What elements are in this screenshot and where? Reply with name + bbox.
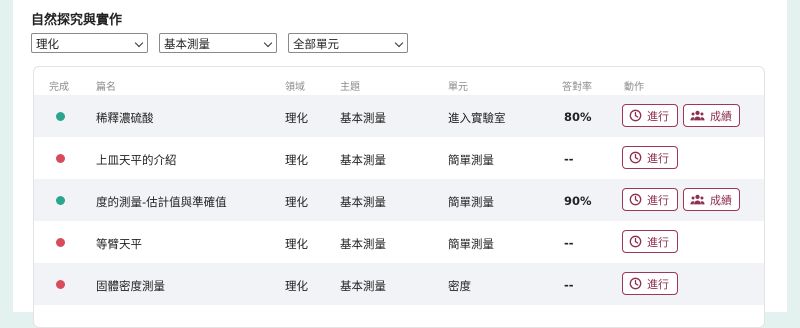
col-action: 動作 bbox=[624, 82, 644, 93]
field-select-value: 理化 bbox=[36, 37, 59, 51]
users-icon bbox=[690, 193, 705, 206]
clock-icon bbox=[629, 193, 642, 206]
row-field: 理化 bbox=[285, 111, 308, 125]
start-button[interactable]: 進行 bbox=[622, 230, 678, 253]
start-button-label: 進行 bbox=[647, 277, 669, 291]
row-field: 理化 bbox=[285, 279, 308, 293]
row-topic: 基本測量 bbox=[340, 279, 386, 293]
col-unit: 單元 bbox=[448, 82, 468, 93]
start-button[interactable]: 進行 bbox=[622, 146, 678, 169]
row-unit: 簡單測量 bbox=[448, 195, 494, 209]
status-incomplete-dot bbox=[56, 238, 65, 247]
row-topic: 基本測量 bbox=[340, 237, 386, 251]
col-rate: 答對率 bbox=[562, 82, 592, 93]
row-topic: 基本測量 bbox=[340, 195, 386, 209]
table-row: 稀釋濃硫酸 理化 基本測量 進入實驗室 80% 進行 成績 bbox=[34, 95, 764, 137]
unit-select-value: 全部單元 bbox=[293, 37, 339, 51]
status-complete-dot bbox=[56, 196, 65, 205]
clock-icon bbox=[629, 151, 642, 164]
topic-select-value: 基本測量 bbox=[164, 37, 210, 51]
clock-icon bbox=[629, 109, 642, 122]
row-field: 理化 bbox=[285, 237, 308, 251]
row-name: 稀釋濃硫酸 bbox=[96, 111, 154, 125]
page-title: 自然探究與實作 bbox=[31, 13, 123, 28]
activity-table: 完成 篇名 領域 主題 單元 答對率 動作 稀釋濃硫酸 理化 基本測量 進入實驗室 80… bbox=[33, 66, 765, 328]
row-unit: 密度 bbox=[448, 279, 471, 293]
row-rate: -- bbox=[564, 152, 574, 166]
row-name: 度的測量-估計值與準確值 bbox=[96, 195, 227, 209]
status-incomplete-dot bbox=[56, 280, 65, 289]
row-name: 等臂天平 bbox=[96, 237, 142, 251]
row-rate: 80% bbox=[564, 110, 592, 124]
row-unit: 簡單測量 bbox=[448, 153, 494, 167]
chevron-down-icon bbox=[134, 38, 144, 48]
chevron-down-icon bbox=[394, 38, 404, 48]
start-button-label: 進行 bbox=[647, 151, 669, 165]
row-topic: 基本測量 bbox=[340, 111, 386, 125]
row-topic: 基本測量 bbox=[340, 153, 386, 167]
users-icon bbox=[690, 109, 705, 122]
table-row: 度的測量-估計值與準確值 理化 基本測量 簡單測量 90% 進行 成績 bbox=[34, 179, 764, 221]
row-field: 理化 bbox=[285, 153, 308, 167]
row-rate: -- bbox=[564, 278, 574, 292]
start-button[interactable]: 進行 bbox=[622, 188, 678, 211]
topic-select[interactable]: 基本測量 bbox=[159, 33, 277, 53]
main-panel: 自然探究與實作 理化 基本測量 全部單元 完成 篇名 領域 主題 單元 答對率 … bbox=[13, 0, 787, 328]
table-row: 等臂天平 理化 基本測量 簡單測量 -- 進行 bbox=[34, 221, 764, 263]
table-row: 上皿天平的介紹 理化 基本測量 簡單測量 -- 進行 bbox=[34, 137, 764, 179]
col-name: 篇名 bbox=[96, 82, 116, 93]
row-unit: 簡單測量 bbox=[448, 237, 494, 251]
unit-select[interactable]: 全部單元 bbox=[288, 33, 408, 53]
start-button-label: 進行 bbox=[647, 193, 669, 207]
start-button-label: 進行 bbox=[647, 109, 669, 123]
status-complete-dot bbox=[56, 112, 65, 121]
status-incomplete-dot bbox=[56, 154, 65, 163]
start-button[interactable]: 進行 bbox=[622, 272, 678, 295]
row-rate: -- bbox=[564, 236, 574, 250]
field-select[interactable]: 理化 bbox=[31, 33, 148, 53]
score-button[interactable]: 成績 bbox=[683, 188, 740, 211]
start-button-label: 進行 bbox=[647, 235, 669, 249]
col-topic: 主題 bbox=[340, 82, 360, 93]
filter-bar: 理化 基本測量 全部單元 bbox=[31, 33, 419, 53]
col-done: 完成 bbox=[49, 82, 69, 93]
row-unit: 進入實驗室 bbox=[448, 111, 506, 125]
score-button[interactable]: 成績 bbox=[683, 104, 740, 127]
clock-icon bbox=[629, 235, 642, 248]
start-button[interactable]: 進行 bbox=[622, 104, 678, 127]
table-header: 完成 篇名 領域 主題 單元 答對率 動作 bbox=[34, 67, 764, 95]
chevron-down-icon bbox=[263, 38, 273, 48]
col-field: 領域 bbox=[285, 82, 305, 93]
row-name: 上皿天平的介紹 bbox=[96, 153, 177, 167]
row-name: 固體密度測量 bbox=[96, 279, 165, 293]
score-button-label: 成績 bbox=[710, 193, 732, 207]
score-button-label: 成績 bbox=[710, 109, 732, 123]
clock-icon bbox=[629, 277, 642, 290]
table-row: 固體密度測量 理化 基本測量 密度 -- 進行 bbox=[34, 263, 764, 305]
row-rate: 90% bbox=[564, 194, 592, 208]
row-field: 理化 bbox=[285, 195, 308, 209]
